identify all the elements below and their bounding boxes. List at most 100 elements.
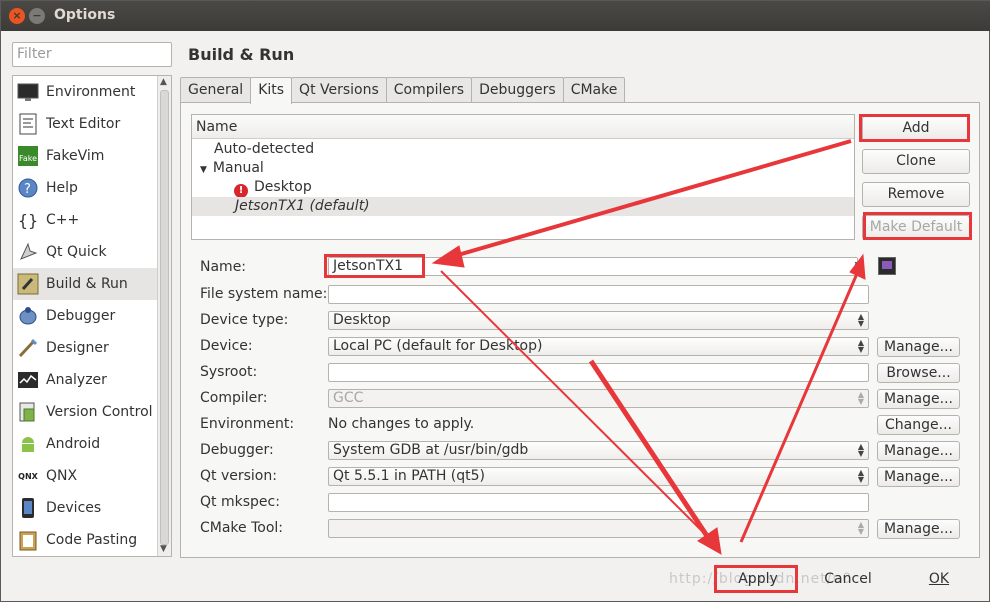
close-window-button[interactable]: ×: [9, 8, 25, 24]
cmake-tool-manage-button[interactable]: Manage...: [877, 519, 960, 539]
ok-button-label: OK: [928, 571, 950, 587]
category-sidebar: Environment Text Editor Fake FakeVim ? H…: [12, 75, 172, 557]
fakevim-icon: Fake: [17, 145, 39, 167]
cmake-tool-select[interactable]: ▲ ▼: [328, 519, 869, 538]
tree-row-manual[interactable]: ▼ Manual: [192, 159, 854, 178]
sidebar-item-analyzer[interactable]: Analyzer: [13, 364, 157, 396]
scroll-down-arrow-icon[interactable]: ▼: [160, 544, 167, 554]
device-type-select[interactable]: Desktop ▲ ▼: [328, 311, 869, 330]
combo-arrows-icon: ▲ ▼: [857, 468, 864, 484]
tab-general[interactable]: General: [180, 77, 252, 103]
add-kit-button[interactable]: Add: [862, 116, 970, 141]
version-control-icon: [17, 401, 39, 423]
tree-header-name[interactable]: Name: [192, 115, 854, 139]
compiler-value: GCC: [333, 390, 364, 406]
ok-button[interactable]: OK: [898, 567, 980, 591]
debugger-value: System GDB at /usr/bin/gdb: [333, 442, 529, 458]
scrollbar-thumb[interactable]: [160, 90, 169, 545]
analyzer-icon: [17, 369, 39, 391]
device-type-label: Device type:: [200, 312, 289, 328]
environment-value: No changes to apply.: [328, 416, 475, 432]
tree-row-jetsontx1[interactable]: JetsonTX1 (default): [192, 197, 854, 216]
sidebar-item-label: Code Pasting: [46, 532, 138, 548]
sidebar-item-help[interactable]: ? Help: [13, 172, 157, 204]
sidebar-item-label: Analyzer: [46, 372, 107, 388]
sidebar-item-designer[interactable]: Designer: [13, 332, 157, 364]
tab-cmake[interactable]: CMake: [562, 77, 626, 103]
sidebar-item-fakevim[interactable]: Fake FakeVim: [13, 140, 157, 172]
sidebar-item-code-pasting[interactable]: Code Pasting: [13, 524, 157, 556]
sidebar-item-label: Android: [46, 436, 101, 452]
file-system-name-label: File system name:: [200, 286, 328, 302]
qt-version-manage-button[interactable]: Manage...: [877, 467, 960, 487]
sidebar-item-text-editor[interactable]: Text Editor: [13, 108, 157, 140]
title-bar: × − Options: [1, 1, 990, 31]
combo-arrows-icon: ▲ ▼: [857, 442, 864, 458]
name-field[interactable]: JetsonTX1: [328, 257, 858, 276]
sidebar-item-label: Version Control: [46, 404, 153, 420]
page-title: Build & Run: [188, 45, 295, 64]
kit-icon-button[interactable]: [878, 257, 896, 275]
combo-arrows-icon: ▲ ▼: [857, 520, 864, 536]
debugger-select[interactable]: System GDB at /usr/bin/gdb ▲ ▼: [328, 441, 869, 460]
combo-arrows-icon: ▲ ▼: [857, 312, 864, 328]
qt-mkspec-label: Qt mkspec:: [200, 494, 280, 510]
sidebar-item-qnx[interactable]: QNX QNX: [13, 460, 157, 492]
sidebar-scrollbar[interactable]: ▲ ▼: [157, 76, 171, 556]
tab-bar: General Kits Qt Versions Compilers Debug…: [180, 77, 626, 104]
environment-change-button[interactable]: Change...: [877, 415, 960, 435]
minimize-window-button[interactable]: −: [29, 8, 45, 24]
remove-kit-button[interactable]: Remove: [862, 182, 970, 207]
qt-version-value: Qt 5.5.1 in PATH (qt5): [333, 468, 486, 484]
sidebar-item-version-control[interactable]: Version Control: [13, 396, 157, 428]
cancel-button[interactable]: Cancel: [807, 567, 889, 591]
sidebar-item-environment[interactable]: Environment: [13, 76, 157, 108]
apply-button[interactable]: Apply: [717, 567, 799, 591]
qt-version-label: Qt version:: [200, 468, 277, 484]
tab-qt-versions[interactable]: Qt Versions: [291, 77, 387, 103]
tab-debuggers[interactable]: Debuggers: [471, 77, 564, 103]
scroll-up-arrow-icon[interactable]: ▲: [160, 77, 167, 87]
tree-row-auto-detected[interactable]: Auto-detected: [192, 140, 854, 159]
device-type-value: Desktop: [333, 312, 391, 328]
monitor-screen-icon: [882, 261, 892, 269]
device-manage-button[interactable]: Manage...: [877, 337, 960, 357]
device-value: Local PC (default for Desktop): [333, 338, 543, 354]
sidebar-item-cpp[interactable]: {} C++: [13, 204, 157, 236]
sidebar-item-build-run[interactable]: Build & Run: [13, 268, 157, 300]
braces-icon: {}: [17, 210, 39, 230]
sidebar-item-label: C++: [46, 212, 80, 228]
sidebar-item-debugger[interactable]: Debugger: [13, 300, 157, 332]
expand-arrow-icon[interactable]: ▼: [200, 165, 207, 175]
error-icon: !: [234, 184, 248, 198]
sidebar-item-label: FakeVim: [46, 148, 105, 164]
tab-compilers[interactable]: Compilers: [385, 77, 473, 103]
clone-kit-button[interactable]: Clone: [862, 149, 970, 174]
qt-version-select[interactable]: Qt 5.5.1 in PATH (qt5) ▲ ▼: [328, 467, 869, 486]
make-default-button[interactable]: Make Default: [862, 215, 970, 240]
sidebar-item-android[interactable]: Android: [13, 428, 157, 460]
compiler-manage-button[interactable]: Manage...: [877, 389, 960, 409]
sysroot-field[interactable]: [328, 363, 869, 382]
file-system-name-field[interactable]: [328, 285, 869, 304]
help-icon: ?: [17, 177, 39, 199]
debugger-icon: [17, 305, 39, 327]
tree-row-desktop[interactable]: ! Desktop: [192, 178, 854, 198]
compiler-label: Compiler:: [200, 390, 268, 406]
options-window: × − Options Filter Environment Text Edit…: [0, 0, 990, 602]
tree-row-label: Manual: [212, 160, 264, 176]
sysroot-browse-button[interactable]: Browse...: [877, 363, 960, 383]
sidebar-item-label: Help: [46, 180, 78, 196]
tab-kits[interactable]: Kits: [250, 77, 293, 104]
info-icon: i: [854, 260, 858, 273]
compiler-select[interactable]: GCC ▲ ▼: [328, 389, 869, 408]
sysroot-label: Sysroot:: [200, 364, 258, 380]
qt-mkspec-field[interactable]: [328, 493, 869, 512]
tree-row-label: Auto-detected: [214, 141, 315, 157]
sidebar-item-qt-quick[interactable]: Qt Quick: [13, 236, 157, 268]
sidebar-item-devices[interactable]: Devices: [13, 492, 157, 524]
device-select[interactable]: Local PC (default for Desktop) ▲ ▼: [328, 337, 869, 356]
sidebar-item-label: Text Editor: [46, 116, 121, 132]
filter-input[interactable]: Filter: [12, 42, 172, 67]
debugger-manage-button[interactable]: Manage...: [877, 441, 960, 461]
